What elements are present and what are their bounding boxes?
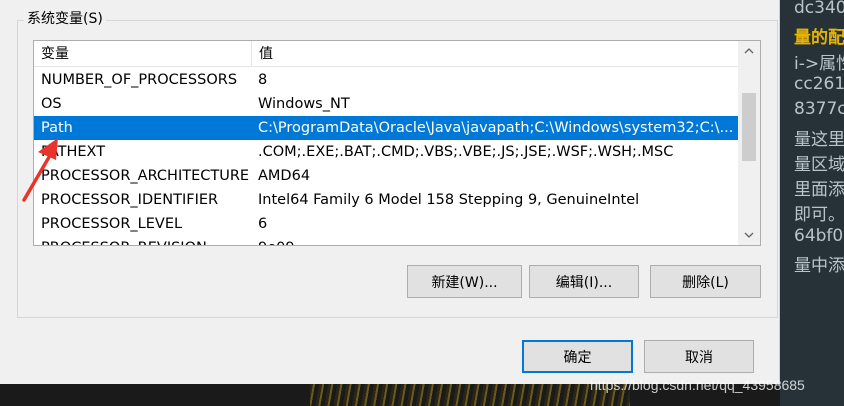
background-text-line: 量这里 xyxy=(794,129,844,150)
list-rows: NUMBER_OF_PROCESSORS 8 OS Windows_NT Path C:\… xyxy=(34,68,739,245)
table-row[interactable]: Path C:\ProgramData\Oracle\Java\javapath;… xyxy=(34,116,739,140)
variable-value-cell: 8 xyxy=(258,72,268,88)
table-row[interactable]: PROCESSOR_REVISION 9e09 xyxy=(34,236,739,245)
system-variables-label: 系统变量(S) xyxy=(24,8,106,28)
variable-value-cell: Intel64 Family 6 Model 158 Stepping 9, G… xyxy=(258,192,640,208)
table-row[interactable]: NUMBER_OF_PROCESSORS 8 xyxy=(34,68,739,92)
scrollbar-thumb[interactable] xyxy=(742,93,756,161)
variable-name-cell: Path xyxy=(41,120,73,136)
variable-value-cell: .COM;.EXE;.BAT;.CMD;.VBS;.VBE;.JS;.JSE;.… xyxy=(258,144,674,160)
chevron-down-icon[interactable] xyxy=(738,225,760,245)
background-text-line: 量的配 xyxy=(794,28,844,49)
column-header-value[interactable]: 值 xyxy=(252,41,739,67)
table-row[interactable]: PROCESSOR_ARCHITECTURE AMD64 xyxy=(34,164,739,188)
environment-variables-dialog: 系统变量(S) 变量 值 NUMBER_OF_PROCESSORS 8 OS Wind… xyxy=(0,0,780,384)
new-variable-button[interactable]: 新建(W)... xyxy=(407,265,522,298)
chevron-up-icon[interactable] xyxy=(738,41,760,61)
list-header: 变量 值 xyxy=(34,41,739,67)
variable-name-cell: PATHEXT xyxy=(41,144,106,160)
cancel-button[interactable]: 取消 xyxy=(644,340,754,373)
variable-name-cell: PROCESSOR_IDENTIFIER xyxy=(41,192,219,208)
background-text-line: dc340 xyxy=(794,0,844,18)
table-row[interactable]: OS Windows_NT xyxy=(34,92,739,116)
system-variables-list[interactable]: 变量 值 NUMBER_OF_PROCESSORS 8 OS Windows_NT Pa… xyxy=(33,40,761,246)
variable-name-cell: PROCESSOR_REVISION xyxy=(41,236,253,245)
table-row[interactable]: PROCESSOR_LEVEL 6 xyxy=(34,212,739,236)
background-text-line: 里面添 xyxy=(794,180,844,201)
variable-value-cell: 9e09 xyxy=(258,236,736,245)
background-text-line: i->属性 xyxy=(794,53,844,74)
background-text-line: 量中添 xyxy=(794,256,844,276)
background-text-line: 即可。 xyxy=(794,205,844,226)
variable-name-cell: PROCESSOR_ARCHITECTURE xyxy=(41,168,250,184)
variable-name-cell: PROCESSOR_LEVEL xyxy=(41,216,183,232)
background-text-line: 64bf0 xyxy=(794,225,844,246)
table-row[interactable]: PATHEXT .COM;.EXE;.BAT;.CMD;.VBS;.VBE;.JS… xyxy=(34,140,739,164)
background-text-line: cc261 xyxy=(794,73,844,94)
edit-variable-button[interactable]: 编辑(I)... xyxy=(529,265,639,298)
column-header-variable[interactable]: 变量 xyxy=(34,41,252,67)
variable-value-cell: Windows_NT xyxy=(258,96,350,112)
background-text-line: 8377c xyxy=(794,99,844,120)
table-row[interactable]: PROCESSOR_IDENTIFIER Intel64 Family 6 Mod… xyxy=(34,188,739,212)
variable-name-cell: NUMBER_OF_PROCESSORS xyxy=(41,72,238,88)
vertical-scrollbar[interactable] xyxy=(738,41,760,245)
variable-value-cell: C:\ProgramData\Oracle\Java\javapath;C:\W… xyxy=(258,120,734,136)
background-text-panel: dc340 量的配 i->属性cc261 8377c 量这里量区域里面添即可。64bf0… xyxy=(780,0,844,406)
background-pattern xyxy=(310,384,630,406)
variable-value-cell: 6 xyxy=(258,216,268,232)
background-text-line: 量区域 xyxy=(794,154,844,175)
variable-name-cell: OS xyxy=(41,96,62,112)
variable-value-cell: AMD64 xyxy=(258,168,311,184)
watermark-text: https://blog.csdn.net/qq_43958685 xyxy=(590,377,805,393)
delete-variable-button[interactable]: 删除(L) xyxy=(650,265,761,298)
ok-button[interactable]: 确定 xyxy=(522,340,633,373)
